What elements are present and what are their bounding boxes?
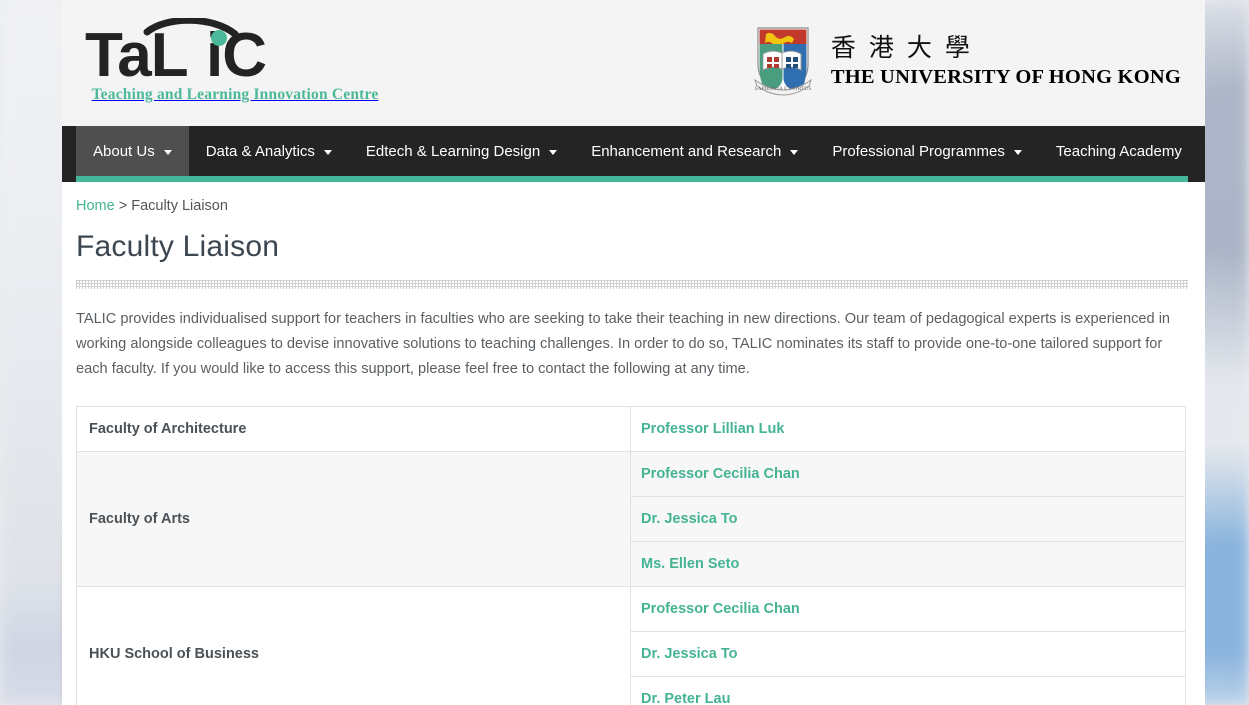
talic-tagline: Teaching and Learning Innovation Centre [91,86,379,103]
liaison-person-cell: Professor Lillian Luk [630,406,1186,452]
talic-logo[interactable]: TaL iC Teaching and Learning Innovation … [85,18,385,104]
liaison-person-cell: Professor Cecilia Chan [630,451,1186,497]
nav-item-edtech-learning-design[interactable]: Edtech & Learning Design [349,126,574,176]
chevron-down-icon [323,149,332,155]
nav-item-about-us[interactable]: About Us [76,126,189,176]
hku-crest-icon: SAPIENTIA ET VIRTUS [753,27,812,96]
table-row: HKU School of Business Professor Cecilia… [76,586,1186,705]
nav-item-teaching-academy[interactable]: Teaching Academy [1039,126,1199,176]
liaison-person-cell: Dr. Jessica To [630,496,1186,542]
nav-item-professional-programmes[interactable]: Professional Programmes [815,126,1039,176]
nav-label: Enhancement and Research [591,142,782,160]
liaison-person-link[interactable]: Dr. Jessica To [641,511,737,527]
liaison-person-cell: Professor Cecilia Chan [630,586,1186,632]
nav-label: Professional Programmes [832,142,1005,160]
breadcrumb-separator: > [118,198,128,214]
hku-name-english: THE UNIVERSITY OF HONG KONG [830,65,1181,88]
nav-list: About Us Data & Analytics Edtech & Learn… [62,126,1205,176]
nav-label: Edtech & Learning Design [365,142,541,160]
breadcrumb-current: Faculty Liaison [131,198,228,214]
talic-wordmark-icon: TaL iC [85,18,267,83]
chevron-down-icon [549,149,558,155]
page-content: Home > Faculty Liaison Faculty Liaison T… [62,182,1205,705]
faculty-name-cell: Faculty of Architecture [76,406,631,452]
liaison-person-link[interactable]: Ms. Ellen Seto [641,556,739,572]
page-title: Faculty Liaison [76,230,280,263]
liaison-person-cell: Dr. Peter Lau [630,676,1186,705]
faculty-liaison-table: Faculty of Architecture Professor Lillia… [76,406,1186,705]
hku-branding[interactable]: SAPIENTIA ET VIRTUS 香港大學 THE UNIVERSITY … [753,22,1181,100]
intro-paragraph: TALIC provides individualised support fo… [76,311,1171,377]
liaison-person-cell: Dr. Jessica To [630,631,1186,677]
liaison-person-link[interactable]: Professor Cecilia Chan [641,601,800,617]
liaison-person-cell: Ms. Ellen Seto [630,541,1186,587]
chevron-down-icon [163,149,172,155]
svg-text:iC: iC [206,21,266,83]
title-divider [76,280,1188,289]
site-header: TaL iC Teaching and Learning Innovation … [62,0,1205,126]
nav-item-enhancement-and-research[interactable]: Enhancement and Research [574,126,815,176]
hku-name-chinese: 香港大學 [830,32,983,62]
liaison-person-link[interactable]: Dr. Jessica To [641,646,737,662]
breadcrumb: Home > Faculty Liaison [76,182,1191,214]
svg-text:SAPIENTIA ET VIRTUS: SAPIENTIA ET VIRTUS [754,86,811,92]
chevron-down-icon [1013,149,1022,155]
site-column: TaL iC Teaching and Learning Innovation … [62,0,1205,705]
faculty-name-cell: HKU School of Business [76,586,631,705]
nav-label: Teaching Academy [1055,142,1182,160]
liaison-person-link[interactable]: Dr. Peter Lau [641,691,730,705]
main-navigation: About Us Data & Analytics Edtech & Learn… [62,126,1205,182]
breadcrumb-home-link[interactable]: Home [76,198,115,214]
table-row: Faculty of Arts Professor Cecilia Chan [76,451,1186,587]
liaison-person-link[interactable]: Professor Cecilia Chan [641,466,800,482]
faculty-name-cell: Faculty of Arts [76,451,631,587]
nav-label: Data & Analytics [205,142,315,160]
chevron-down-icon [790,149,799,155]
nav-item-data-analytics[interactable]: Data & Analytics [189,126,349,176]
liaison-person-link[interactable]: Professor Lillian Luk [641,421,784,437]
nav-label: About Us [93,142,155,160]
table-row: Faculty of Architecture Professor Lillia… [76,406,1186,452]
svg-text:TaL: TaL [85,21,188,83]
